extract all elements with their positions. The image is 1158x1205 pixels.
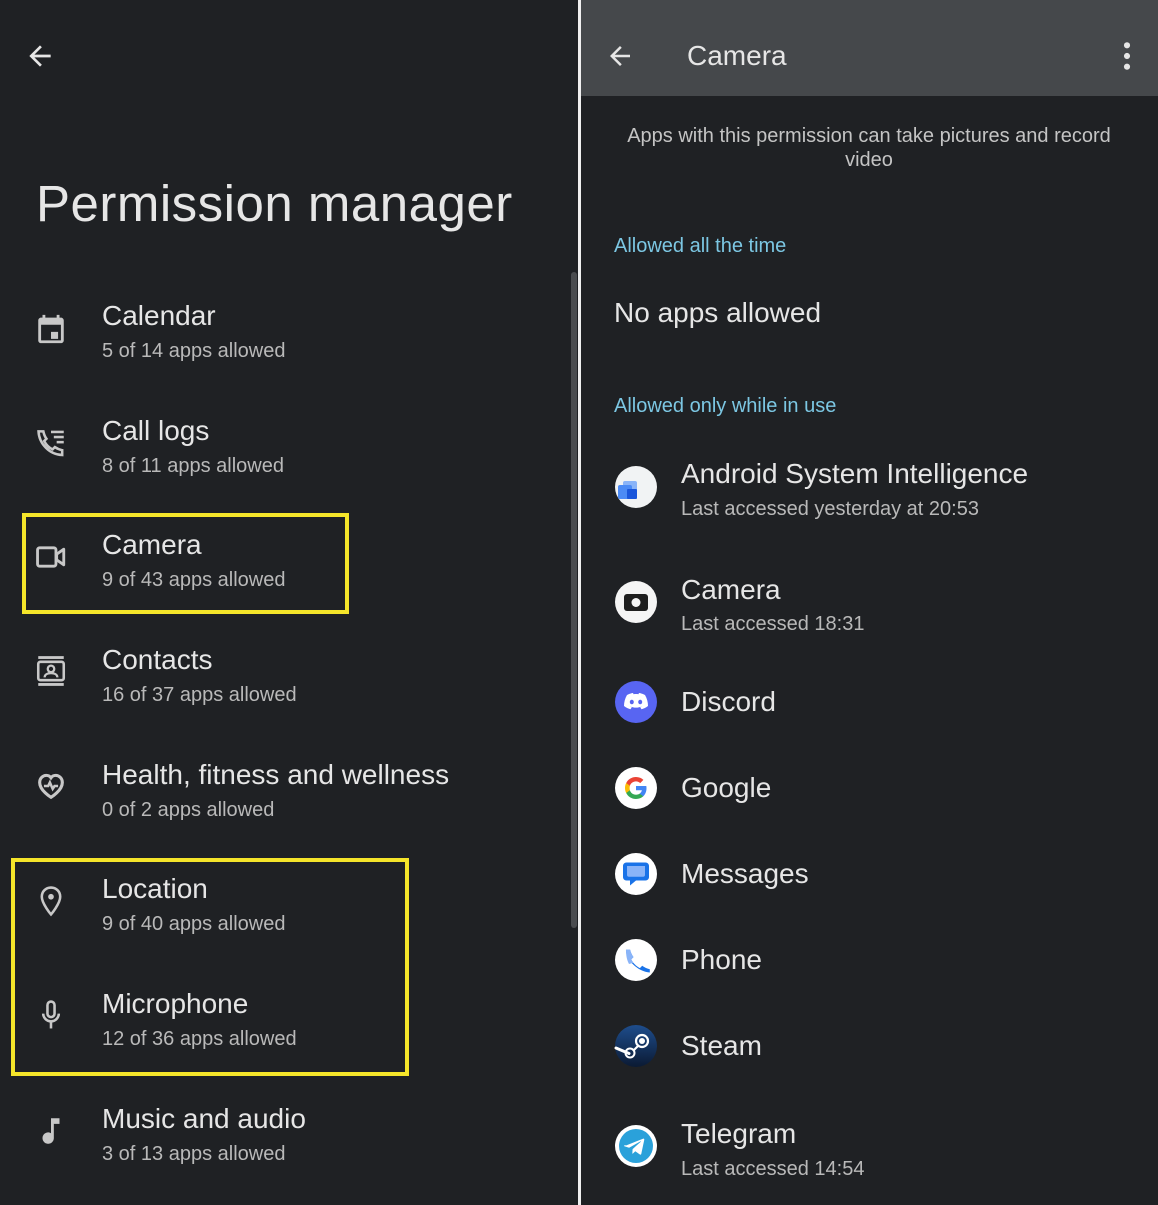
permission-manager-screen: Permission manager Calendar 5 of 14 apps… [0, 0, 578, 1205]
more-options-icon[interactable] [1116, 40, 1138, 72]
scrollbar[interactable] [571, 272, 577, 928]
permission-summary: 9 of 43 apps allowed [102, 569, 286, 591]
no-apps-allowed-text: No apps allowed [614, 297, 822, 328]
permission-summary: 16 of 37 apps allowed [102, 684, 297, 706]
telegram-icon [615, 1125, 657, 1167]
permission-label: Health, fitness and wellness [102, 759, 450, 790]
phone-icon [615, 939, 657, 981]
permission-item-health[interactable]: Health, fitness and wellness 0 of 2 apps… [0, 729, 560, 839]
app-item-telegram[interactable]: Telegram Last accessed 14:54 [581, 1104, 1158, 1190]
permission-label: Location [102, 873, 208, 904]
app-name: Steam [681, 1030, 762, 1061]
discord-icon [615, 681, 657, 723]
back-arrow-icon[interactable] [605, 41, 635, 71]
app-item-camera[interactable]: Camera Last accessed 18:31 [581, 560, 1158, 646]
app-item-android-system-intelligence[interactable]: Android System Intelligence Last accesse… [581, 444, 1158, 530]
android-system-intelligence-icon [615, 466, 657, 508]
section-header-allowed-in-use: Allowed only while in use [614, 395, 837, 417]
permission-summary: 8 of 11 apps allowed [102, 455, 284, 477]
permission-label: Camera [102, 529, 202, 560]
permission-summary: 0 of 2 apps allowed [102, 799, 275, 821]
call-log-icon [37, 430, 64, 457]
app-name: Phone [681, 944, 762, 975]
camera-icon [36, 546, 66, 568]
permission-item-call-logs[interactable]: Call logs 8 of 11 apps allowed [0, 385, 560, 495]
app-item-phone[interactable]: Phone [581, 918, 1158, 1004]
app-item-messages[interactable]: Messages [581, 832, 1158, 918]
permission-summary: 9 of 40 apps allowed [102, 913, 286, 935]
permission-description: Apps with this permission can take pictu… [627, 125, 1111, 171]
camera-permission-screen: Camera Apps with this permission can tak… [581, 0, 1158, 1205]
app-name: Android System Intelligence [681, 458, 1029, 489]
app-item-steam[interactable]: Steam [581, 1004, 1158, 1090]
permission-label: Music and audio [102, 1103, 306, 1134]
app-name: Camera [681, 574, 781, 605]
permission-item-camera[interactable]: Camera 9 of 43 apps allowed [0, 499, 560, 609]
app-bar: Camera [581, 0, 1158, 96]
app-name: Telegram [681, 1118, 797, 1149]
messages-icon [615, 853, 657, 895]
permission-label: Call logs [102, 415, 210, 446]
permission-item-music-audio[interactable]: Music and audio 3 of 13 apps allowed [0, 1073, 560, 1183]
calendar-icon [38, 314, 64, 344]
permission-summary: 3 of 13 apps allowed [102, 1143, 286, 1165]
permission-label: Contacts [102, 644, 213, 675]
steam-icon [614, 1025, 657, 1067]
back-arrow-icon[interactable] [24, 40, 56, 72]
health-icon [38, 773, 64, 800]
app-name: Google [681, 772, 772, 803]
permission-summary: 5 of 14 apps allowed [102, 340, 286, 362]
google-icon [615, 767, 657, 809]
location-icon [40, 886, 62, 917]
camera-app-icon [615, 581, 657, 623]
contacts-icon [36, 656, 66, 686]
permission-item-contacts[interactable]: Contacts 16 of 37 apps allowed [0, 614, 560, 724]
permission-label: Microphone [102, 988, 249, 1019]
permission-summary: 12 of 36 apps allowed [102, 1028, 297, 1050]
music-icon [42, 1118, 60, 1144]
permission-item-location[interactable]: Location 9 of 40 apps allowed [0, 843, 560, 953]
permission-label: Calendar [102, 300, 216, 331]
app-item-discord[interactable]: Discord [581, 660, 1158, 746]
app-last-accessed: Last accessed 18:31 [681, 613, 865, 635]
app-item-google[interactable]: Google [581, 746, 1158, 832]
permission-item-microphone[interactable]: Microphone 12 of 36 apps allowed [0, 958, 560, 1068]
app-bar-title: Camera [687, 40, 787, 71]
page-title: Permission manager [36, 175, 513, 232]
section-header-allowed-all-time: Allowed all the time [614, 235, 787, 257]
app-last-accessed: Last accessed 14:54 [681, 1158, 865, 1180]
app-name: Discord [681, 686, 776, 717]
permission-item-calendar[interactable]: Calendar 5 of 14 apps allowed [0, 270, 560, 380]
microphone-icon [41, 1000, 61, 1029]
app-name: Messages [681, 858, 809, 889]
app-last-accessed: Last accessed yesterday at 20:53 [681, 498, 979, 520]
